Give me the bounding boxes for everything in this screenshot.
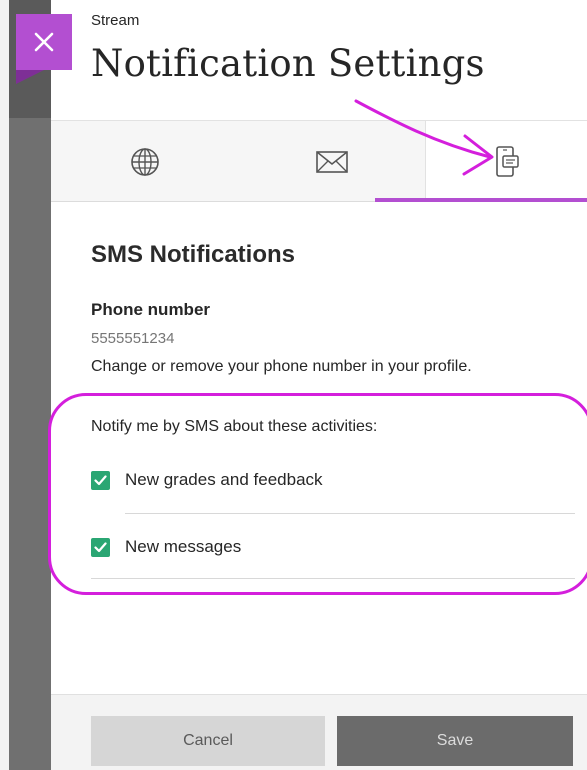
close-button[interactable]	[16, 14, 72, 70]
option-label: New messages	[125, 537, 242, 556]
option-divider	[91, 578, 575, 579]
checkmark-icon	[94, 541, 107, 552]
close-button-fold	[16, 70, 44, 84]
phone-help-text: Change or remove your phone number in yo…	[91, 358, 472, 375]
page-title: Notification Settings	[91, 42, 485, 85]
active-tab-indicator	[375, 198, 587, 202]
tab-sms[interactable]	[425, 121, 587, 202]
close-icon	[34, 32, 54, 52]
checkbox-new-messages[interactable]	[91, 537, 110, 557]
tab-email[interactable]	[238, 121, 425, 202]
save-button[interactable]: Save	[337, 716, 573, 766]
notify-activities-label: Notify me by SMS about these activities:	[91, 418, 378, 435]
breadcrumb: Stream	[91, 12, 140, 29]
checkmark-icon	[94, 474, 107, 485]
notification-channel-tabs	[51, 120, 587, 202]
left-rail	[0, 0, 9, 770]
option-divider	[125, 513, 575, 514]
cancel-button[interactable]: Cancel	[91, 716, 325, 766]
checkbox-new-grades-feedback[interactable]	[91, 470, 110, 490]
tab-web[interactable]	[51, 121, 238, 202]
option-new-messages[interactable]: New messages	[91, 532, 241, 562]
globe-icon	[130, 147, 159, 176]
option-new-grades-feedback[interactable]: New grades and feedback	[91, 465, 323, 495]
settings-panel	[51, 0, 587, 770]
option-label: New grades and feedback	[125, 470, 323, 489]
section-title: SMS Notifications	[91, 241, 296, 268]
envelope-icon	[315, 150, 348, 173]
phone-number-value: 5555551234	[91, 330, 175, 347]
phone-number-label: Phone number	[91, 300, 211, 319]
mobile-phone-icon	[495, 145, 519, 177]
